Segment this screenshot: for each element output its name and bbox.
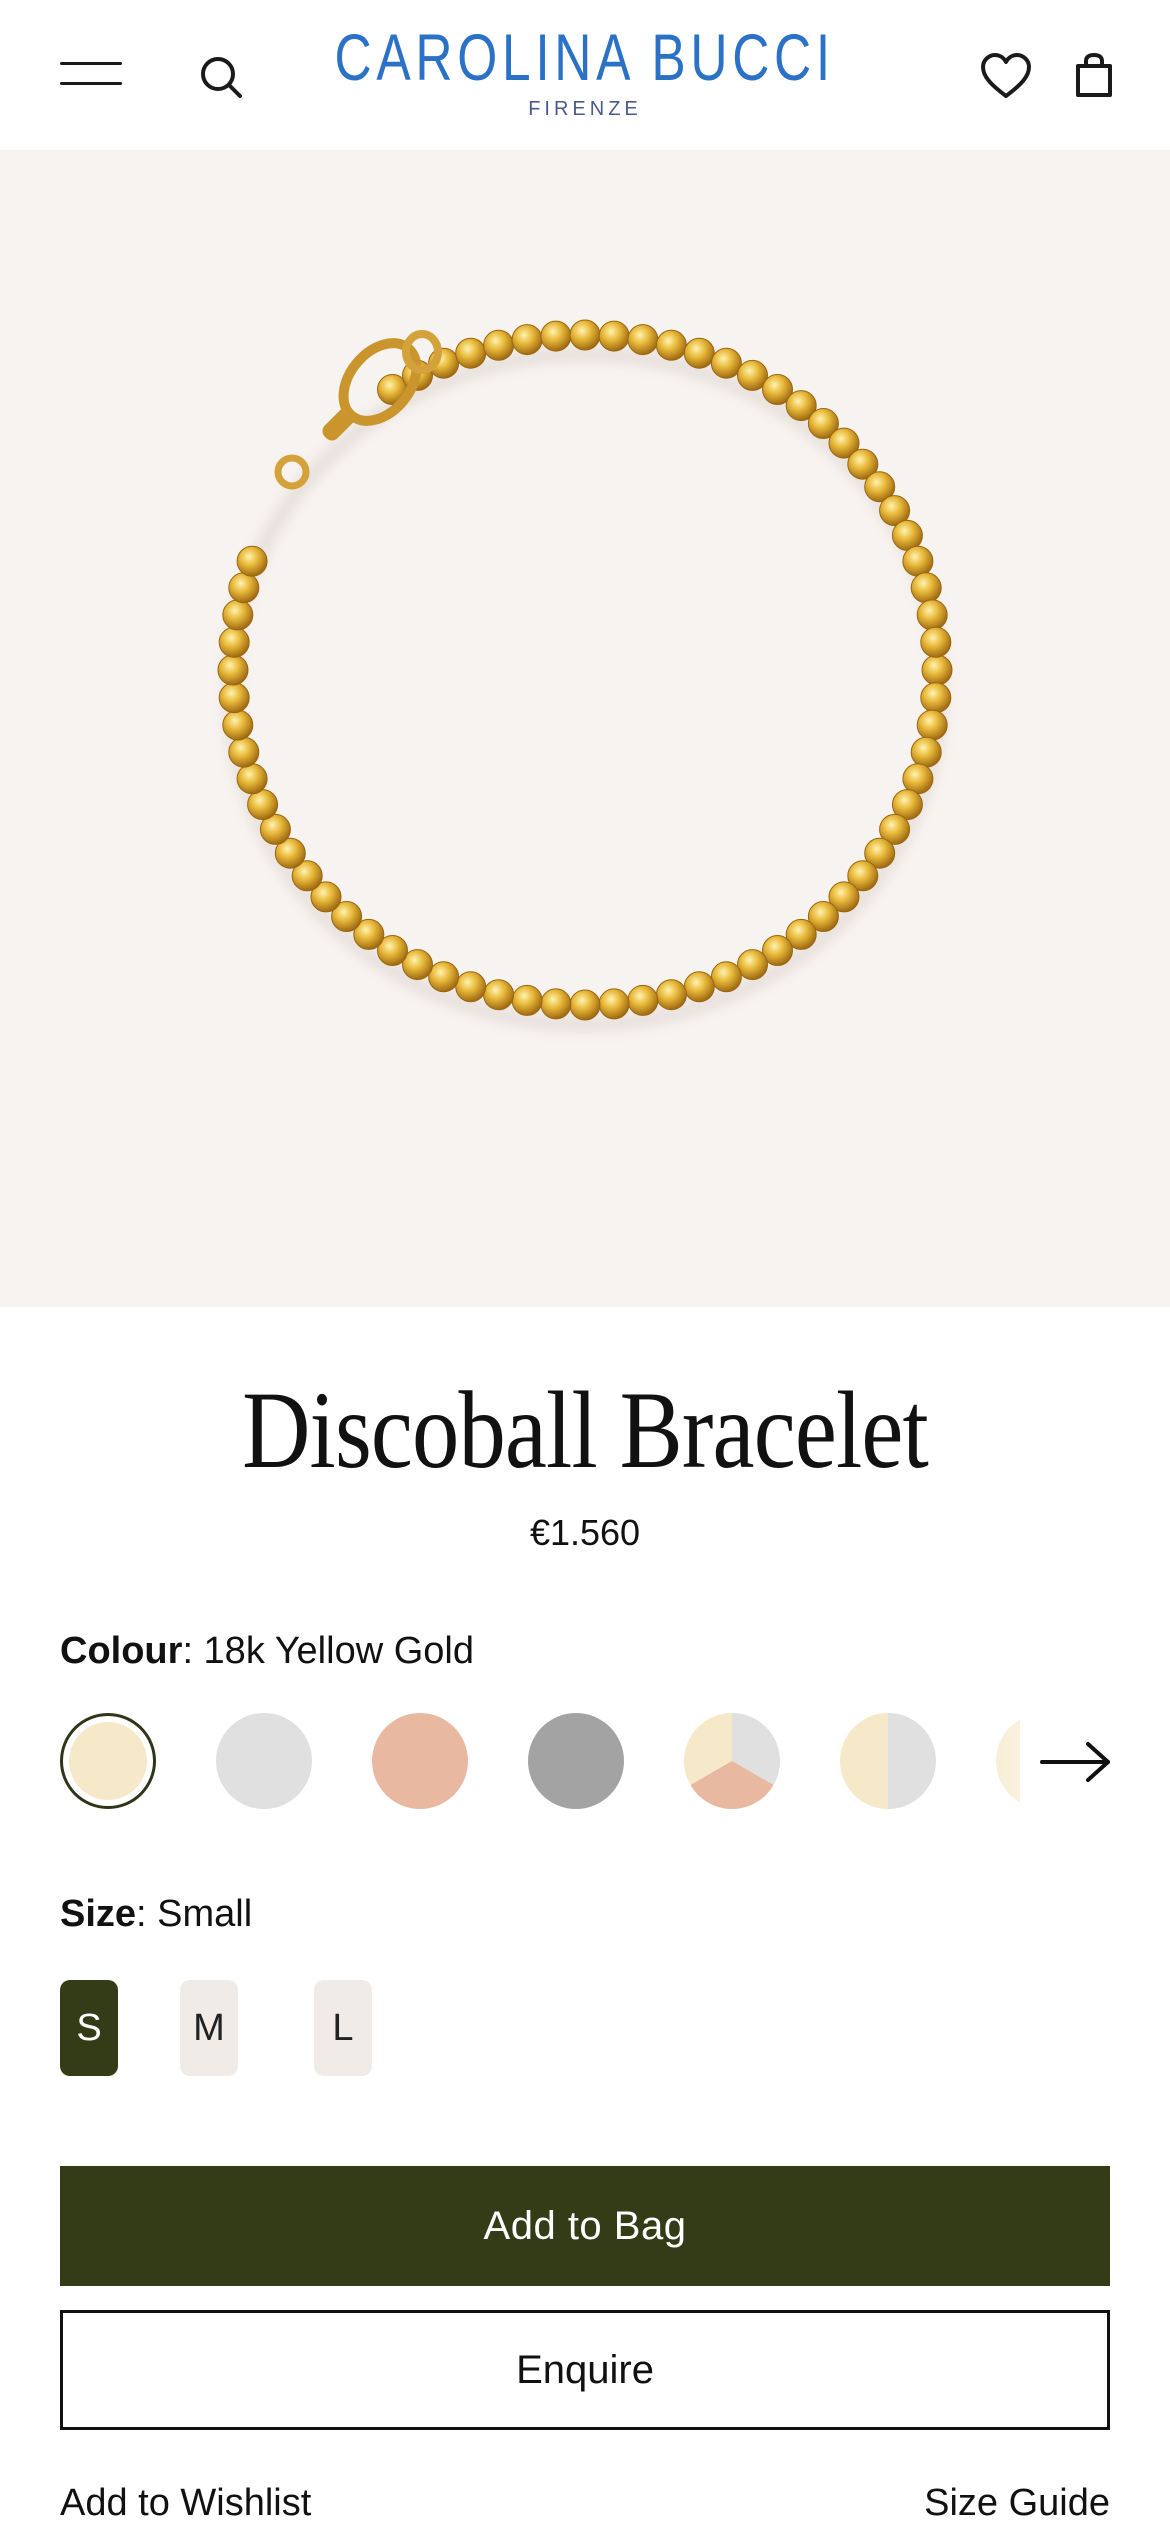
add-to-bag-button[interactable]: Add to Bag (60, 2166, 1110, 2286)
bracelet-bead (916, 599, 948, 631)
bracelet-bead (710, 961, 742, 993)
bracelet-bead (920, 682, 952, 714)
enquire-button[interactable]: Enquire (60, 2310, 1110, 2430)
colour-swatch-white-gold[interactable] (216, 1713, 312, 1809)
bracelet-bead (921, 654, 953, 686)
heart-icon[interactable] (980, 52, 1032, 100)
bracelet-bead (737, 949, 768, 981)
bracelet-bead (483, 979, 515, 1011)
bracelet-bead (540, 320, 572, 352)
add-to-wishlist-link[interactable]: Add to Wishlist (60, 2482, 311, 2525)
arrow-right-icon[interactable] (1040, 1740, 1112, 1784)
size-label: Size: Small (60, 1893, 252, 1936)
clasp-icon (274, 330, 442, 490)
colour-label-key: Colour (60, 1630, 183, 1672)
bracelet-bead (228, 572, 260, 604)
colour-label-value: : 18k Yellow Gold (182, 1630, 474, 1672)
size-option-s[interactable]: S (60, 1980, 118, 2076)
bracelet-bead (683, 971, 715, 1003)
bracelet-bead (655, 329, 687, 361)
size-label-key: Size (60, 1893, 137, 1935)
bracelet-bead (218, 682, 250, 714)
bracelet-bead (627, 984, 659, 1016)
bracelet-bead (920, 626, 952, 658)
bracelet-bead (218, 626, 250, 658)
bracelet-bead (228, 736, 260, 768)
bracelet-bead (910, 572, 942, 604)
brand-subtitle: FIRENZE (528, 98, 642, 120)
brand-name: CAROLINA BUCCI (334, 20, 836, 94)
product-title: Discoball Bracelet (242, 1369, 929, 1491)
bracelet-bead (511, 984, 543, 1016)
colour-swatch-tri-colour[interactable] (684, 1713, 780, 1809)
product-price: €1.560 (529, 1512, 641, 1553)
product-image[interactable] (0, 150, 1170, 1307)
bracelet-bead (683, 337, 715, 369)
bracelet-bead (655, 979, 687, 1011)
bracelet-bead (902, 545, 934, 577)
bracelet-bead (455, 337, 487, 369)
bracelet-bead (222, 599, 254, 631)
bracelet-bead (511, 324, 543, 356)
bracelet-bead (598, 320, 630, 352)
bracelet-bead (916, 709, 948, 741)
gold-bead-bracelet-image (217, 319, 953, 1031)
bracelet-bead (569, 319, 601, 351)
bracelet-bead (222, 709, 254, 741)
size-option-m[interactable]: M (180, 1980, 238, 2076)
colour-swatch-rose-gold[interactable] (372, 1713, 468, 1809)
size-option-l[interactable]: L (314, 1980, 372, 2076)
bracelet-bead (540, 988, 572, 1020)
bracelet-bead (236, 763, 268, 795)
colour-swatch-18k-yellow-gold[interactable] (60, 1713, 156, 1809)
bracelet-bead (483, 329, 515, 361)
shopping-bag-icon[interactable] (1074, 52, 1114, 98)
bracelet-bead (236, 545, 268, 577)
colour-swatch-grey[interactable] (528, 1713, 624, 1809)
colour-swatches (60, 1713, 1110, 1813)
bracelet-bead (627, 324, 659, 356)
bracelet-bead (217, 654, 249, 686)
bracelet-bead (569, 989, 601, 1021)
size-guide-link[interactable]: Size Guide (924, 2482, 1110, 2525)
colour-label: Colour: 18k Yellow Gold (60, 1630, 474, 1673)
site-header: CAROLINA BUCCI FIRENZE (0, 0, 1170, 150)
bracelet-bead (455, 971, 487, 1003)
bracelet-bead (710, 347, 742, 379)
bracelet-bead (910, 736, 942, 768)
bracelet-bead (598, 988, 630, 1020)
colour-swatch-two-tone[interactable] (840, 1713, 936, 1809)
size-label-value: : Small (136, 1893, 253, 1935)
bracelet-bead (428, 961, 460, 993)
